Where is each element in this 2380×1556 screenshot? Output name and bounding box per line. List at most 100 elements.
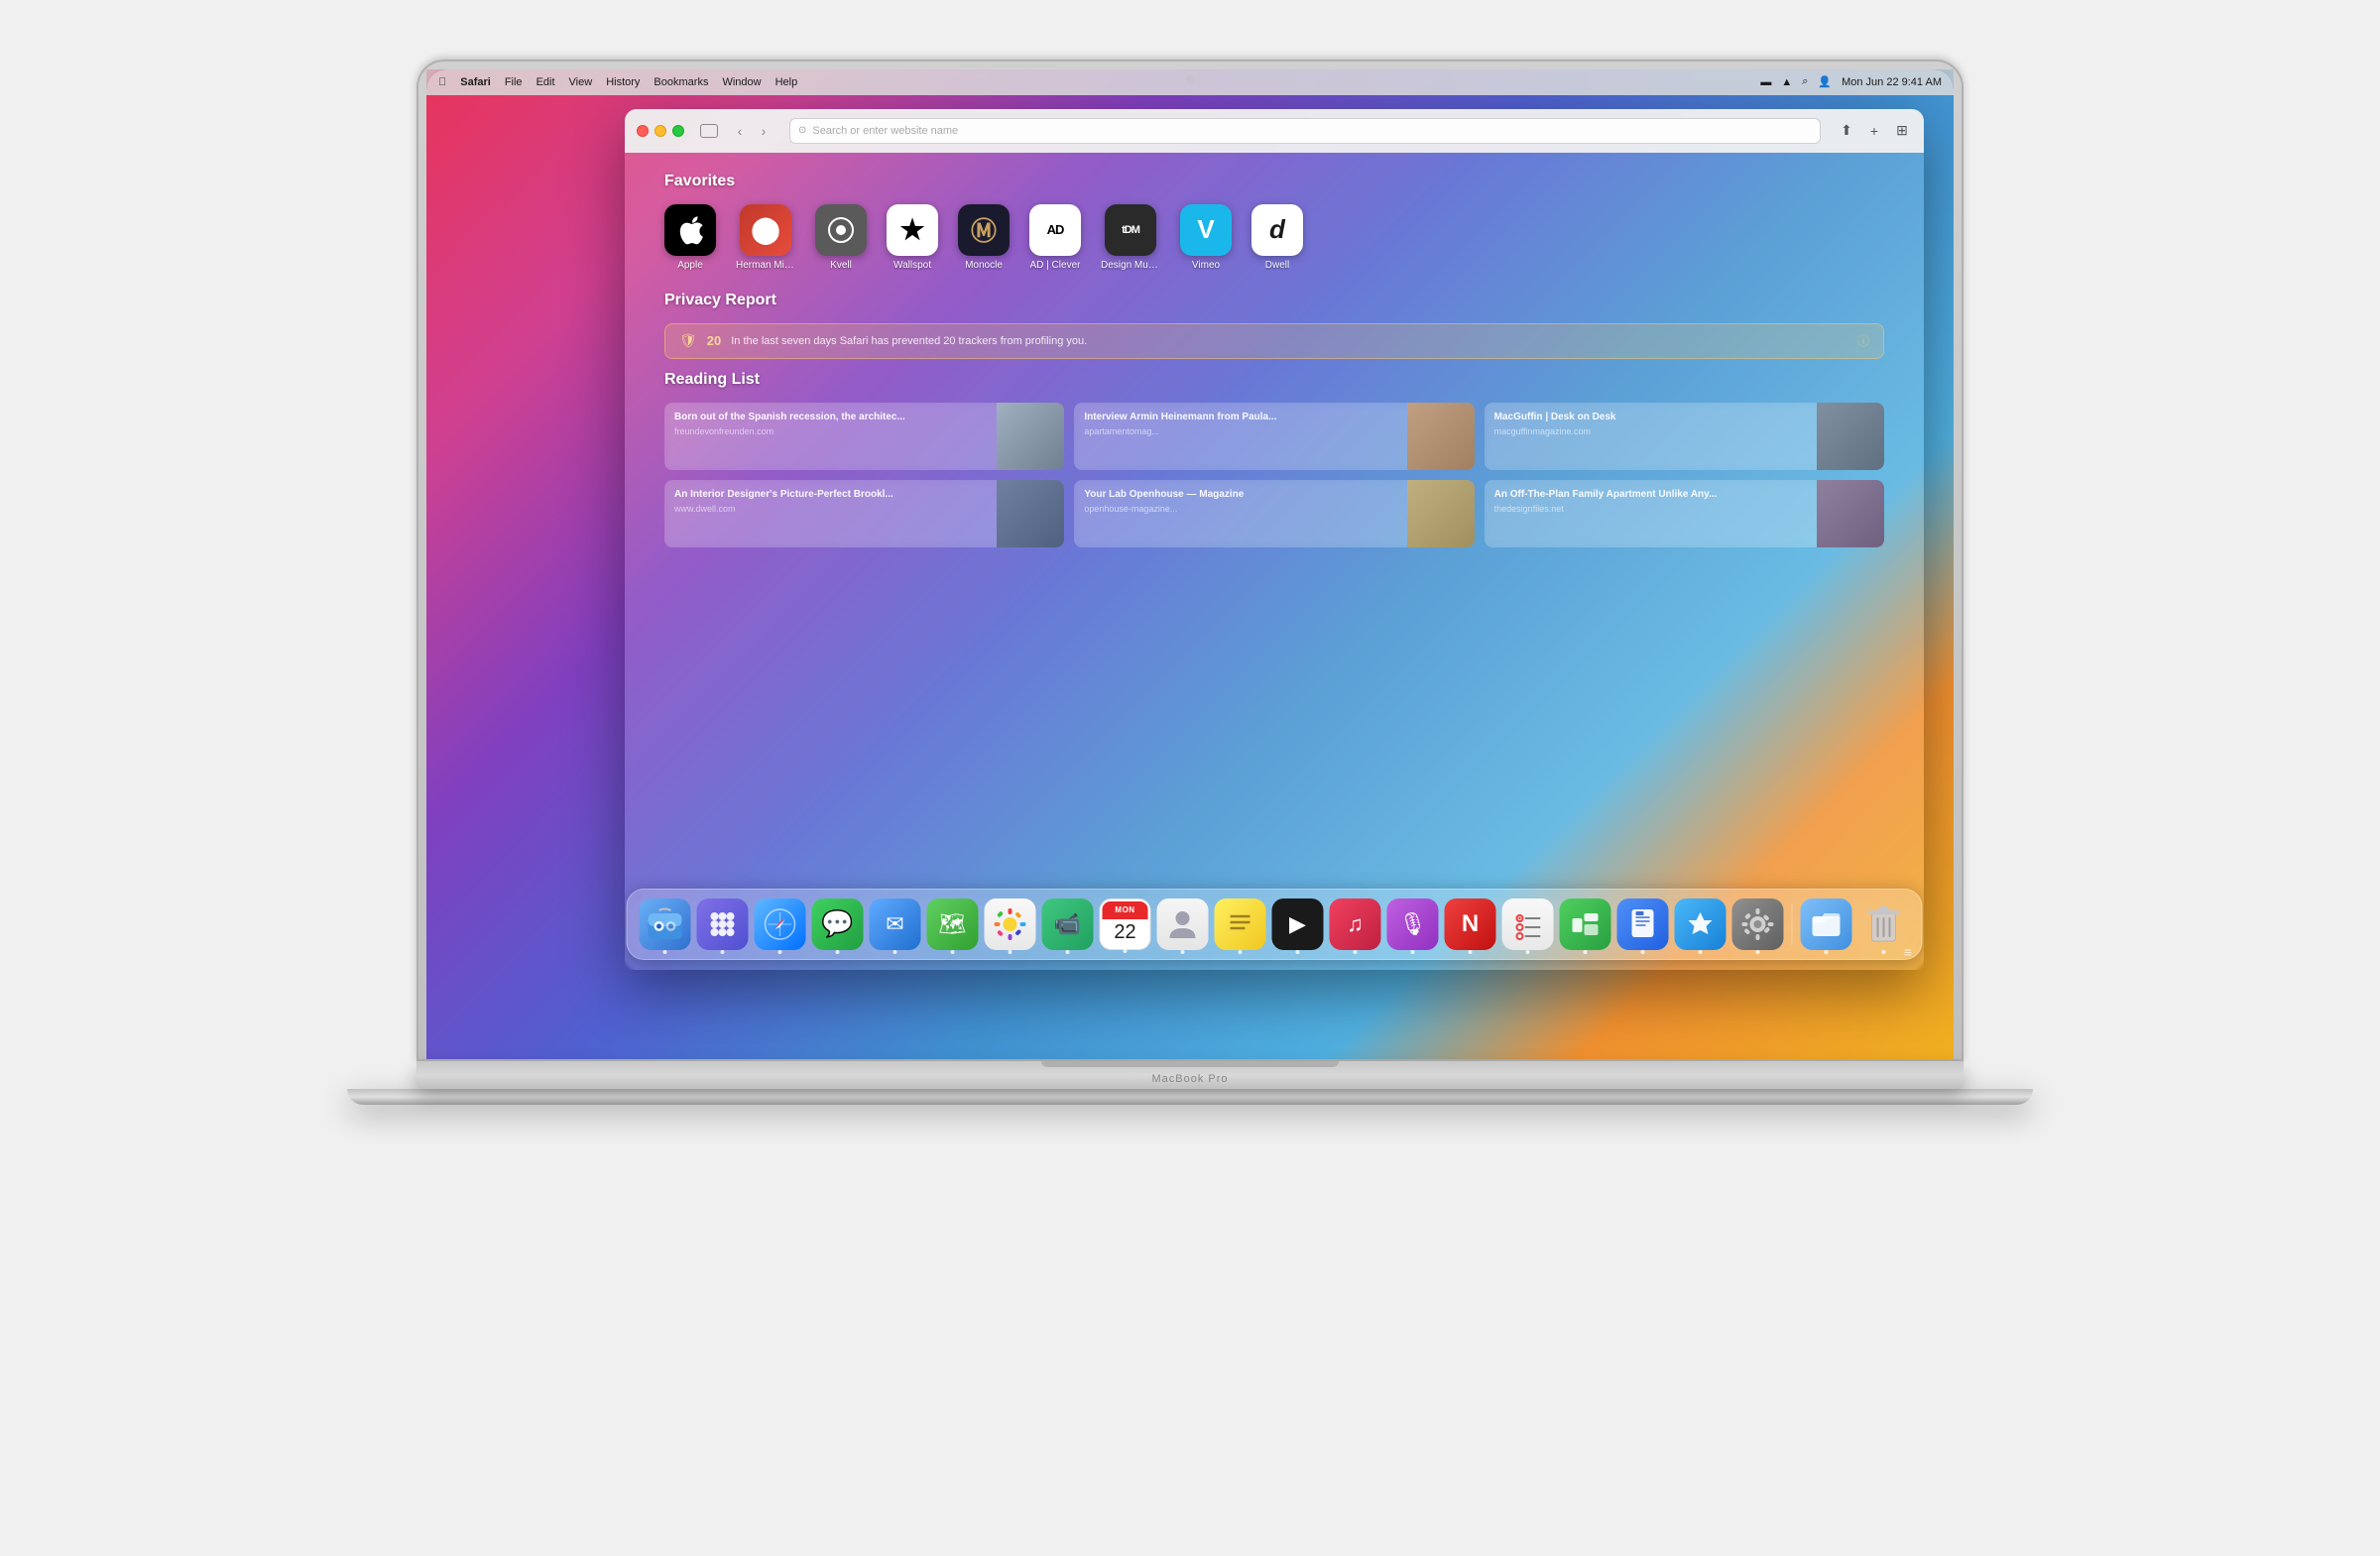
favorite-hermanmiller[interactable]: ⬤ Herman Miller bbox=[736, 204, 795, 271]
close-button[interactable] bbox=[637, 125, 649, 137]
minimize-button[interactable] bbox=[654, 125, 666, 137]
favorite-designmuseum[interactable]: tDM Design Museum bbox=[1101, 204, 1160, 271]
reading-item-5[interactable]: Your Lab Openhouse — Magazine openhouse-… bbox=[1074, 480, 1474, 547]
screen-bezel:  Safari File Edit View History Bookmark… bbox=[426, 69, 1954, 1059]
menubar:  Safari File Edit View History Bookmark… bbox=[426, 69, 1954, 95]
reading-item-2[interactable]: Interview Armin Heinemann from Paula... … bbox=[1074, 403, 1474, 470]
favorites-title: Favorites bbox=[664, 173, 1884, 190]
favorite-adclever-icon: AD bbox=[1029, 204, 1081, 256]
favorite-apple-label: Apple bbox=[677, 260, 703, 271]
dock-contacts[interactable] bbox=[1157, 898, 1209, 950]
dock-mail[interactable]: ✉ bbox=[870, 898, 921, 950]
reading-item-3[interactable]: MacGuffin | Desk on Desk macguffinmagazi… bbox=[1485, 403, 1884, 470]
reading-item-3-title: MacGuffin | Desk on Desk bbox=[1494, 411, 1807, 423]
favorite-adclever-label: AD | Clever bbox=[1030, 260, 1081, 271]
reading-item-3-url: macguffinmagazine.com bbox=[1494, 426, 1807, 436]
reading-item-6[interactable]: An Off-The-Plan Family Apartment Unlike … bbox=[1485, 480, 1884, 547]
back-button[interactable]: ‹ bbox=[730, 121, 750, 141]
tabs-icon[interactable] bbox=[700, 124, 718, 138]
reading-item-2-title: Interview Armin Heinemann from Paula... bbox=[1084, 411, 1396, 423]
dock-messages[interactable]: 💬 bbox=[812, 898, 864, 950]
reading-item-2-text: Interview Armin Heinemann from Paula... … bbox=[1074, 403, 1406, 470]
menubar-edit[interactable]: Edit bbox=[536, 76, 555, 88]
menubar-help[interactable]: Help bbox=[775, 76, 798, 88]
reading-item-1-url: freundevonfreunden.com bbox=[674, 426, 987, 436]
dock-news[interactable]: N bbox=[1445, 898, 1496, 950]
dock-photos[interactable] bbox=[985, 898, 1036, 950]
menubar-history[interactable]: History bbox=[606, 76, 640, 88]
favorite-wallspot[interactable]: ★ Wallspot bbox=[887, 204, 938, 271]
privacy-title: Privacy Report bbox=[664, 292, 1884, 309]
menubar-search-icon[interactable]: ⌕ bbox=[1802, 75, 1808, 88]
favorite-hermanmiller-icon: ⬤ bbox=[740, 204, 791, 256]
dock-pages[interactable] bbox=[1617, 898, 1669, 950]
menubar-view[interactable]: View bbox=[569, 76, 593, 88]
favorite-designmuseum-icon: tDM bbox=[1105, 204, 1156, 256]
favorite-wallspot-label: Wallspot bbox=[893, 260, 931, 271]
dock-files[interactable] bbox=[1801, 898, 1852, 950]
menubar-time: Mon Jun 22 9:41 AM bbox=[1842, 76, 1942, 88]
favorite-vimeo-icon: V bbox=[1180, 204, 1232, 256]
safari-addressbar[interactable]: ⊙ Search or enter website name bbox=[789, 118, 1821, 144]
favorite-kvell-label: Kvell bbox=[830, 260, 852, 271]
menubar-appname[interactable]: Safari bbox=[460, 76, 491, 88]
dock-finder[interactable] bbox=[640, 898, 691, 950]
favorite-monocle[interactable]: Ⓜ Monocle bbox=[958, 204, 1010, 271]
dock-reminders[interactable] bbox=[1502, 898, 1554, 950]
dock-music[interactable]: ♫ bbox=[1330, 898, 1381, 950]
menubar-apple[interactable]:  bbox=[438, 76, 446, 88]
macbook-bottom-bar bbox=[347, 1089, 2033, 1105]
menubar-file[interactable]: File bbox=[505, 76, 523, 88]
tab-overview-button[interactable]: ⊞ bbox=[1892, 121, 1912, 141]
dock-appstore[interactable] bbox=[1675, 898, 1726, 950]
shield-icon: ⊙ bbox=[798, 125, 806, 136]
new-tab-button[interactable]: + bbox=[1864, 121, 1884, 141]
reading-item-4-url: www.dwell.com bbox=[674, 504, 987, 514]
dock-facetime[interactable]: 📹 bbox=[1042, 898, 1094, 950]
reading-item-4[interactable]: An Interior Designer's Picture-Perfect B… bbox=[664, 480, 1064, 547]
dock-safari[interactable] bbox=[755, 898, 806, 950]
reading-item-5-thumb bbox=[1407, 480, 1475, 547]
dock-notes[interactable] bbox=[1215, 898, 1266, 950]
menubar-window[interactable]: Window bbox=[722, 76, 761, 88]
menubar-user-icon: 👤 bbox=[1818, 75, 1832, 88]
safari-nav: ‹ › bbox=[730, 121, 774, 141]
favorite-kvell[interactable]: Kvell bbox=[815, 204, 867, 271]
reading-item-3-thumb bbox=[1817, 403, 1884, 470]
favorite-monocle-icon: Ⓜ bbox=[958, 204, 1010, 256]
favorite-adclever[interactable]: AD AD | Clever bbox=[1029, 204, 1081, 271]
macos-desktop:  Safari File Edit View History Bookmark… bbox=[426, 69, 1954, 1059]
forward-button[interactable]: › bbox=[754, 121, 774, 141]
reading-item-6-title: An Off-The-Plan Family Apartment Unlike … bbox=[1494, 488, 1807, 501]
safari-content: Favorites A bbox=[625, 153, 1924, 970]
favorite-dwell[interactable]: d Dwell bbox=[1251, 204, 1303, 271]
menubar-bookmarks[interactable]: Bookmarks bbox=[654, 76, 708, 88]
dock-launchpad[interactable] bbox=[697, 898, 749, 950]
dock-podcasts[interactable]: 🎙 bbox=[1387, 898, 1439, 950]
menubar-battery-icon: ▬ bbox=[1760, 76, 1771, 88]
dock-numbers[interactable] bbox=[1560, 898, 1611, 950]
dock-maps[interactable]: 🗺 bbox=[927, 898, 979, 950]
privacy-message: In the last seven days Safari has preven… bbox=[731, 335, 1847, 347]
dock-appletv[interactable]: ▶ bbox=[1272, 898, 1324, 950]
dock-systemprefs[interactable] bbox=[1732, 898, 1784, 950]
reading-item-1-title: Born out of the Spanish recession, the a… bbox=[674, 411, 987, 423]
traffic-lights bbox=[637, 125, 684, 137]
favorite-apple[interactable]: Apple bbox=[664, 204, 716, 271]
dock-trash[interactable] bbox=[1858, 898, 1910, 950]
reading-list-title: Reading List bbox=[664, 371, 1884, 389]
dock-calendar[interactable]: MON 22 bbox=[1100, 898, 1151, 950]
privacy-info-icon[interactable]: ⓘ bbox=[1857, 332, 1869, 349]
reading-item-5-url: openhouse-magazine... bbox=[1084, 504, 1396, 514]
fullscreen-button[interactable] bbox=[672, 125, 684, 137]
privacy-count: 20 bbox=[707, 333, 721, 348]
favorite-vimeo[interactable]: V Vimeo bbox=[1180, 204, 1232, 271]
favorite-vimeo-label: Vimeo bbox=[1192, 260, 1220, 271]
favorites-section: Favorites A bbox=[664, 173, 1884, 271]
favorite-designmuseum-label: Design Museum bbox=[1101, 260, 1160, 271]
reading-item-6-text: An Off-The-Plan Family Apartment Unlike … bbox=[1485, 480, 1817, 547]
share-button[interactable]: ⬆ bbox=[1837, 121, 1856, 141]
reading-item-6-thumb bbox=[1817, 480, 1884, 547]
reading-grid: Born out of the Spanish recession, the a… bbox=[664, 403, 1884, 547]
reading-item-1[interactable]: Born out of the Spanish recession, the a… bbox=[664, 403, 1064, 470]
